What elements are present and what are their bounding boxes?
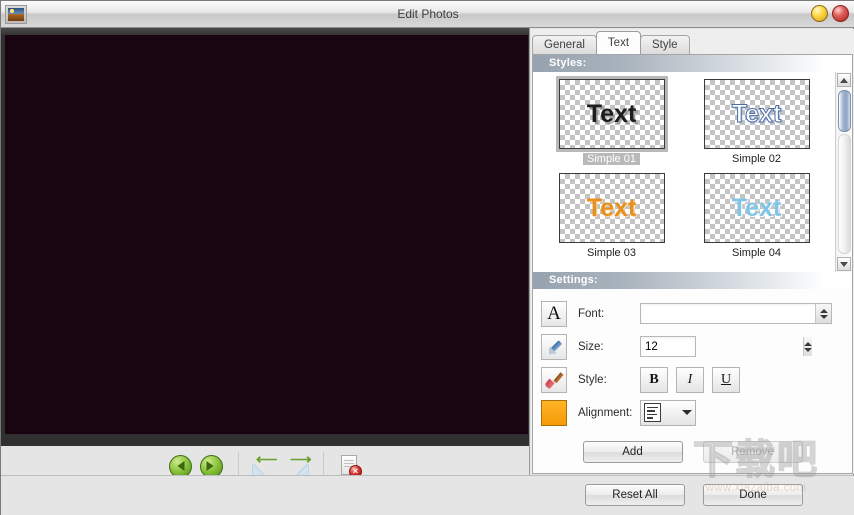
minimize-button[interactable] bbox=[811, 5, 828, 22]
font-row: A Font: bbox=[533, 297, 852, 330]
italic-button[interactable]: I bbox=[676, 366, 704, 393]
style-sample-text: Text bbox=[586, 99, 637, 128]
scrollbar-thumb[interactable] bbox=[838, 90, 851, 132]
window-controls bbox=[811, 5, 849, 22]
footer-bar: Reset All Done bbox=[1, 475, 854, 515]
style-item-simple-01[interactable]: Text Simple 01 bbox=[539, 76, 684, 165]
scroll-down-icon[interactable] bbox=[837, 257, 851, 271]
styles-grid: Text Simple 01 Text Simple 02 Text Simpl… bbox=[533, 72, 835, 259]
bold-button[interactable]: B bbox=[640, 366, 668, 393]
style-item-simple-02[interactable]: Text Simple 02 bbox=[684, 79, 829, 165]
settings-body: A Font: Size: 12 Style: B I U Alignment: bbox=[533, 289, 852, 429]
color-swatch-icon[interactable] bbox=[541, 399, 567, 426]
tab-text[interactable]: Text bbox=[595, 31, 642, 54]
style-thumbnail[interactable]: Text bbox=[558, 173, 665, 243]
style-item-simple-04[interactable]: Text Simple 04 bbox=[684, 173, 829, 259]
canvas-bottom-strip bbox=[1, 434, 529, 446]
alignment-row: Alignment: bbox=[533, 396, 852, 429]
pen-icon[interactable] bbox=[541, 333, 567, 360]
style-thumbnail[interactable]: Text bbox=[555, 76, 668, 152]
style-sample-text: Text bbox=[731, 193, 782, 222]
font-input[interactable] bbox=[641, 304, 815, 323]
font-input-wrap[interactable] bbox=[640, 303, 832, 324]
chevron-down-icon bbox=[682, 410, 692, 415]
style-label: Style: bbox=[578, 373, 607, 386]
remove-button: Remove bbox=[702, 441, 803, 463]
done-button[interactable]: Done bbox=[703, 484, 803, 506]
alignment-label: Alignment: bbox=[578, 406, 633, 419]
size-label: Size: bbox=[578, 340, 604, 353]
alignment-dropdown[interactable] bbox=[640, 399, 696, 426]
style-item-label: Simple 01 bbox=[583, 153, 640, 165]
edit-photos-window: Edit Photos ⟵ ⟶ × General Text Style Sty… bbox=[0, 0, 854, 515]
style-row: Style: B I U bbox=[533, 363, 852, 396]
reset-all-button[interactable]: Reset All bbox=[585, 484, 685, 506]
settings-section: Settings: A Font: Size: 12 Style: B I U … bbox=[533, 272, 852, 473]
style-item-label: Simple 03 bbox=[587, 247, 636, 259]
text-tab-page: Styles: Text Simple 01 Text Simple 02 Te… bbox=[532, 54, 853, 474]
styles-list: Text Simple 01 Text Simple 02 Text Simpl… bbox=[533, 72, 852, 272]
tab-general[interactable]: General bbox=[532, 35, 597, 54]
style-thumbnail[interactable]: Text bbox=[703, 173, 810, 243]
style-sample-text: Text bbox=[586, 193, 637, 222]
scroll-up-icon[interactable] bbox=[837, 73, 851, 87]
styles-scrollbar[interactable] bbox=[835, 72, 852, 272]
style-sample-text: Text bbox=[731, 99, 782, 128]
add-button[interactable]: Add bbox=[582, 441, 683, 463]
brush-icon[interactable] bbox=[541, 366, 567, 393]
title-bar: Edit Photos bbox=[1, 1, 854, 28]
style-item-simple-03[interactable]: Text Simple 03 bbox=[539, 173, 684, 259]
window-title: Edit Photos bbox=[397, 7, 459, 21]
style-actions: Add Remove bbox=[533, 441, 852, 463]
size-input-wrap[interactable] bbox=[640, 336, 812, 357]
canvas-top-strip bbox=[1, 28, 529, 35]
tab-style[interactable]: Style bbox=[640, 35, 690, 54]
styles-section-header: Styles: bbox=[533, 55, 852, 72]
style-thumbnail[interactable]: Text bbox=[703, 79, 810, 149]
close-button[interactable] bbox=[832, 5, 849, 22]
size-input[interactable] bbox=[641, 337, 803, 356]
panel-tabs: General Text Style bbox=[532, 31, 690, 54]
underline-button[interactable]: U bbox=[712, 366, 740, 393]
letter-a-icon[interactable]: A bbox=[541, 300, 567, 327]
scrollbar-track[interactable] bbox=[838, 134, 851, 254]
style-item-label: Simple 02 bbox=[732, 153, 781, 165]
footer-actions: Reset All Done bbox=[1, 484, 854, 506]
styles-scroll-viewport: Text Simple 01 Text Simple 02 Text Simpl… bbox=[533, 72, 835, 272]
font-label: Font: bbox=[578, 307, 605, 320]
size-spinner[interactable] bbox=[803, 337, 812, 356]
photo-image[interactable] bbox=[5, 35, 528, 434]
settings-section-header: Settings: bbox=[533, 272, 852, 289]
font-spinner[interactable] bbox=[815, 304, 831, 323]
size-row: Size: bbox=[533, 330, 852, 363]
align-left-icon bbox=[644, 403, 661, 422]
editing-panel: General Text Style Styles: Text Simple 0… bbox=[531, 29, 854, 474]
style-item-label: Simple 04 bbox=[732, 247, 781, 259]
photo-canvas[interactable] bbox=[1, 28, 530, 446]
